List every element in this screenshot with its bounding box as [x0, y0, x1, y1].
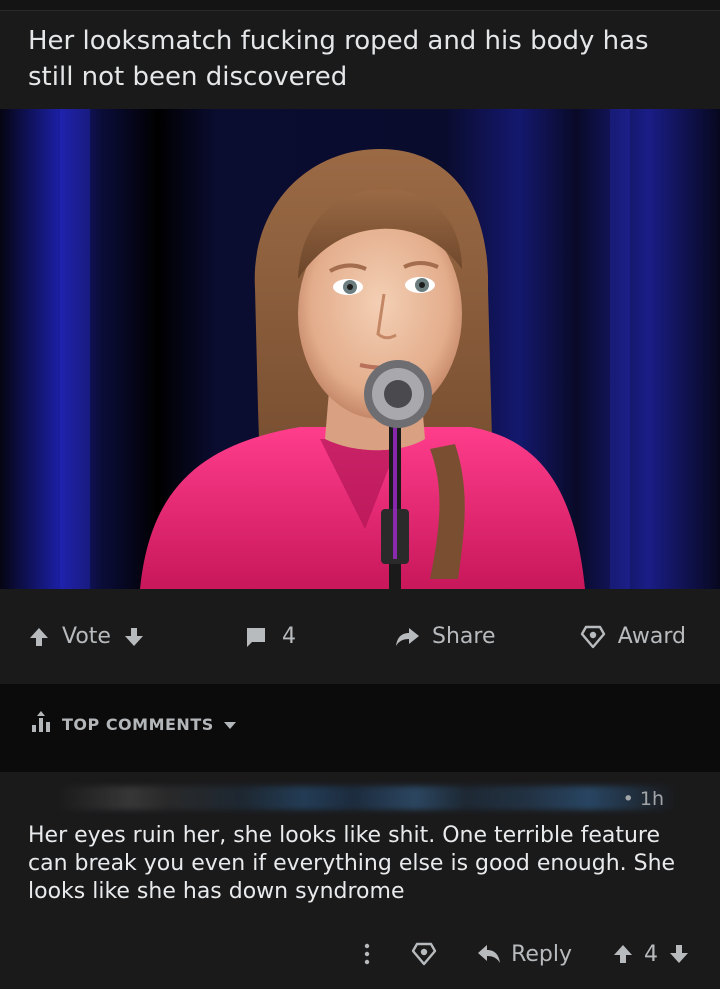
reply-button[interactable]: Reply — [477, 942, 572, 967]
comments-button[interactable]: 4 — [244, 624, 394, 649]
comment-meta: • 1h — [28, 772, 692, 816]
top-divider — [0, 0, 720, 11]
comment-bubble-icon — [244, 625, 268, 649]
comment-body: Her eyes ruin her, she looks like shit. … — [28, 823, 676, 904]
comment: • 1h Her eyes ruin her, she looks like s… — [0, 772, 720, 989]
post-action-bar: Vote 4 Share Award — [0, 589, 720, 684]
share-label: Share — [432, 624, 496, 649]
share-arrow-icon — [394, 626, 420, 648]
vote-label: Vote — [62, 624, 111, 649]
post-image[interactable] — [0, 109, 720, 589]
upvote-arrow-icon[interactable] — [612, 943, 634, 965]
redacted-username — [56, 786, 676, 810]
share-button[interactable]: Share — [394, 624, 564, 649]
award-button[interactable]: Award — [580, 624, 686, 650]
photo-girl-at-microphone — [0, 109, 720, 589]
comment-timestamp: • 1h — [622, 788, 664, 810]
comment-count: 4 — [282, 624, 296, 649]
comment-action-bar: Reply 4 — [0, 919, 720, 989]
sort-label: TOP COMMENTS — [62, 714, 214, 734]
post-title[interactable]: Her looksmatch fucking roped and his bod… — [0, 11, 720, 109]
upvote-arrow-icon[interactable] — [28, 626, 50, 648]
more-options-icon[interactable] — [363, 942, 371, 966]
chevron-down-icon — [223, 715, 236, 734]
comment-sort-dropdown[interactable]: TOP COMMENTS — [30, 711, 236, 737]
comments-header: TOP COMMENTS — [0, 684, 720, 764]
reply-label: Reply — [511, 941, 572, 967]
vote-control: Vote — [28, 624, 188, 649]
section-divider — [0, 764, 720, 772]
award-label: Award — [617, 624, 686, 649]
award-icon — [580, 624, 606, 650]
comment-vote-control: 4 — [612, 942, 690, 967]
comment-score: 4 — [644, 941, 658, 967]
downvote-arrow-icon[interactable] — [123, 626, 145, 648]
sort-top-icon — [30, 711, 54, 737]
reply-arrow-icon — [477, 944, 501, 964]
award-icon[interactable] — [411, 941, 437, 967]
downvote-arrow-icon[interactable] — [668, 943, 690, 965]
